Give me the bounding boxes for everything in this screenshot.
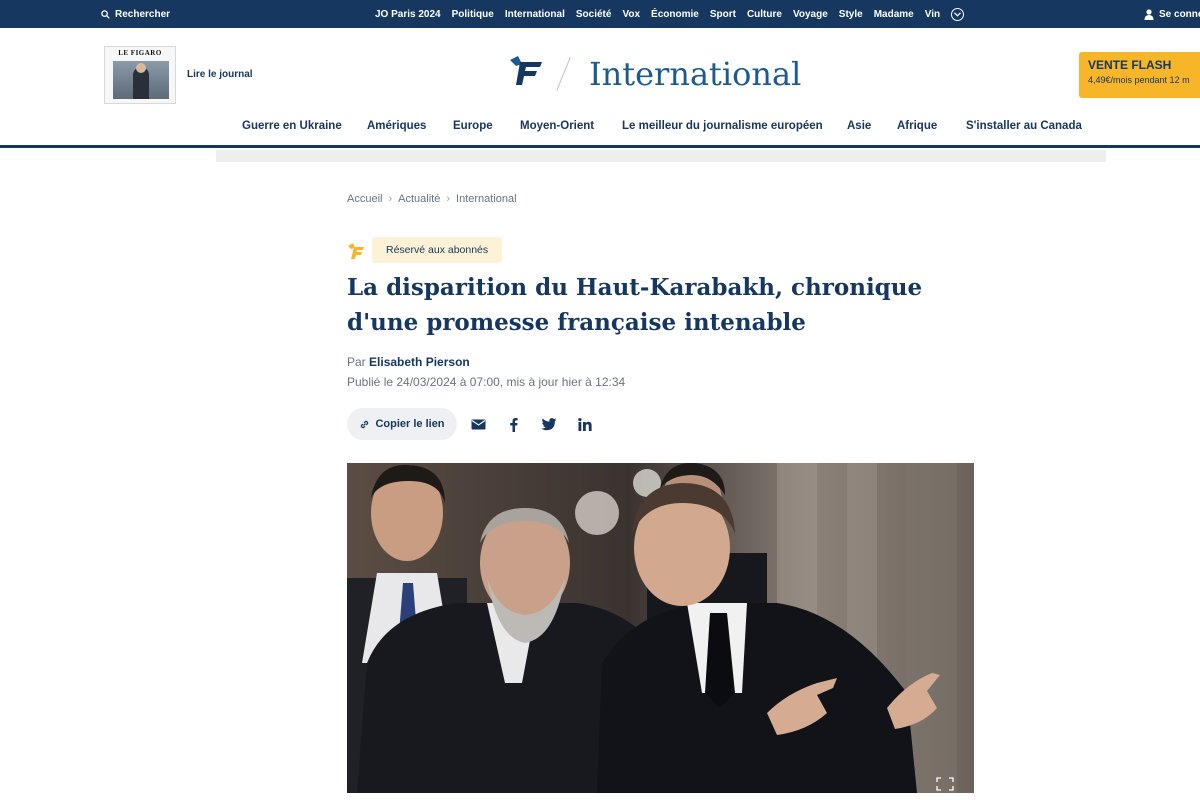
top-menu-item[interactable]: Madame [874, 9, 914, 20]
breadcrumb-item[interactable]: Actualité [398, 193, 440, 205]
flash-subtitle: 4,49€/mois pendant 12 m [1088, 75, 1190, 85]
top-menu-item[interactable]: Voyage [793, 9, 828, 20]
top-menu-item[interactable]: Sport [710, 9, 736, 20]
breadcrumb-item[interactable]: International [456, 193, 517, 205]
article-headline: La disparition du Haut-Karabakh, chroniq… [347, 274, 923, 336]
top-menu-item[interactable]: Politique [452, 9, 494, 20]
section-title: International [589, 55, 802, 93]
login-button[interactable]: Se conne [1144, 0, 1200, 28]
top-menu-item[interactable]: Économie [651, 9, 699, 20]
section-nav-item[interactable]: Amériques [367, 120, 426, 132]
breadcrumb-item[interactable]: Accueil [347, 193, 382, 205]
figaro-logo-icon[interactable] [508, 54, 546, 88]
search-label: Rechercher [115, 8, 171, 20]
chevron-down-icon[interactable] [951, 7, 965, 21]
breadcrumb-separator-icon: › [446, 193, 451, 205]
top-menu-item[interactable]: Style [839, 9, 863, 20]
top-menu-item[interactable]: Vin [925, 9, 940, 20]
flash-title: VENTE FLASH [1088, 58, 1172, 72]
byline: Par Elisabeth Pierson [347, 355, 470, 369]
title-divider [556, 57, 571, 91]
breadcrumb-separator-icon: › [388, 193, 393, 205]
search-icon [101, 9, 110, 19]
user-icon [1144, 8, 1154, 20]
section-nav-item[interactable]: Guerre en Ukraine [242, 120, 342, 132]
link-icon [361, 420, 369, 428]
journal-thumbnail[interactable]: LE FIGARO [104, 46, 176, 104]
read-journal-link[interactable]: Lire le journal [187, 69, 253, 80]
section-nav: Guerre en Ukraine Amériques Europe Moyen… [0, 120, 1200, 138]
article-photo[interactable] [347, 463, 974, 793]
journal-cover-photo [113, 61, 169, 99]
search-button[interactable]: Rechercher [101, 0, 170, 28]
section-nav-item[interactable]: Europe [453, 120, 493, 132]
section-nav-item[interactable]: Asie [847, 120, 871, 132]
ad-placeholder [216, 150, 1106, 162]
journal-masthead: LE FIGARO [118, 49, 162, 57]
facebook-icon[interactable] [505, 416, 521, 432]
subscriber-badge: Réservé aux abonnés [372, 237, 503, 263]
top-menu-item[interactable]: Vox [622, 9, 640, 20]
linkedin-icon[interactable] [577, 416, 593, 432]
publish-date: Publié le 24/03/2024 à 07:00, mis à jour… [347, 375, 626, 389]
top-menu: JO Paris 2024 Politique International So… [375, 0, 965, 28]
author-link[interactable]: Elisabeth Pierson [369, 355, 470, 369]
copy-link-button[interactable]: Copier le lien [347, 408, 457, 440]
mail-icon[interactable] [470, 416, 486, 432]
top-menu-item[interactable]: Culture [747, 9, 782, 20]
copy-link-label: Copier le lien [375, 418, 445, 430]
byline-prefix: Par [347, 355, 366, 369]
section-nav-item[interactable]: S'installer au Canada [966, 120, 1082, 132]
section-nav-item[interactable]: Moyen-Orient [520, 120, 594, 132]
expand-icon[interactable] [935, 776, 955, 792]
breadcrumb: Accueil › Actualité › International [347, 193, 517, 205]
top-menu-item[interactable]: Société [576, 9, 612, 20]
article-photo-illustration [347, 463, 974, 793]
premium-icon [348, 243, 364, 259]
flash-sale-button[interactable]: VENTE FLASH 4,49€/mois pendant 12 m [1079, 52, 1200, 98]
top-menu-item[interactable]: International [505, 9, 565, 20]
site-header: LE FIGARO Lire le journal International … [0, 28, 1200, 148]
section-nav-item[interactable]: Afrique [897, 120, 937, 132]
top-bar: Rechercher JO Paris 2024 Politique Inter… [0, 0, 1200, 28]
top-menu-item[interactable]: JO Paris 2024 [375, 9, 441, 20]
login-label: Se conne [1159, 8, 1200, 20]
section-nav-item[interactable]: Le meilleur du journalisme européen [622, 120, 823, 132]
twitter-icon[interactable] [541, 416, 557, 432]
